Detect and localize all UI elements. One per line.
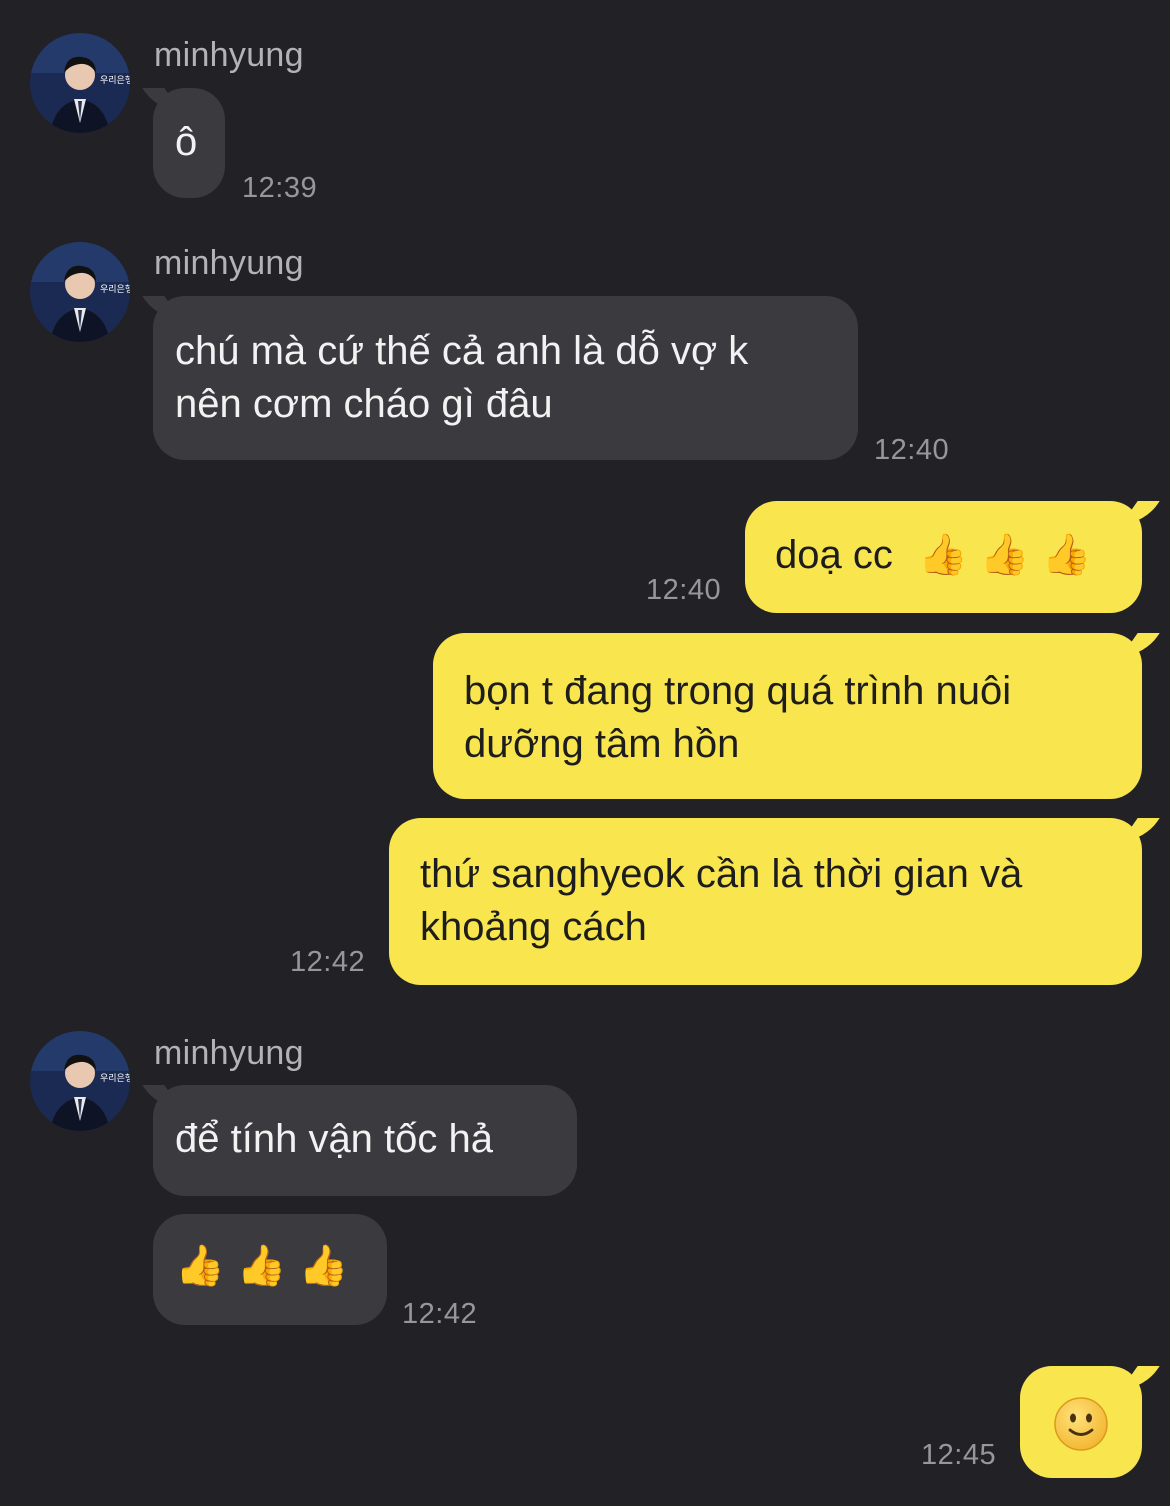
- avatar-badge-text: 우리은행: [100, 74, 130, 86]
- thumbs-up-icon: 👍: [298, 1243, 349, 1289]
- message-text-line: bọn t đang trong quá trình nuôi: [464, 669, 1012, 713]
- thumbs-up-icon: 👍: [236, 1243, 287, 1289]
- message-text: ô: [175, 120, 198, 164]
- avatar[interactable]: 우리은행: [30, 33, 130, 133]
- message-text-line: khoảng cách: [420, 905, 647, 949]
- message-timestamp: 12:39: [242, 172, 318, 204]
- message-bubble-incoming[interactable]: ô: [153, 88, 225, 198]
- message-timestamp: 12:40: [874, 434, 950, 466]
- avatar[interactable]: 우리은행: [30, 1031, 130, 1131]
- message-bubble-outgoing[interactable]: bọn t đang trong quá trình nuôi dưỡng tâ…: [433, 633, 1142, 799]
- message-timestamp: 12:45: [921, 1439, 997, 1471]
- message-text: doạ cc: [775, 533, 893, 577]
- message-bubble-outgoing[interactable]: doạ cc 👍 👍 👍: [745, 501, 1142, 613]
- message-text: để tính vận tốc hả: [175, 1117, 494, 1161]
- message-text-line: chú mà cứ thế cả anh là dỗ vợ k: [175, 329, 749, 373]
- thumbs-up-icon: 👍: [979, 532, 1030, 578]
- thumbs-up-icon: 👍: [1041, 532, 1092, 578]
- message-text-line: dưỡng tâm hồn: [464, 722, 740, 766]
- sender-name: minhyung: [154, 36, 304, 74]
- avatar[interactable]: 우리은행: [30, 242, 130, 342]
- message-bubble-incoming[interactable]: 👍 👍 👍: [153, 1214, 387, 1325]
- message-timestamp: 12:40: [646, 574, 722, 606]
- sender-name: minhyung: [154, 244, 304, 282]
- message-text-line: thứ sanghyeok cần là thời gian và: [420, 852, 1023, 896]
- message-text-line: nên cơm cháo gì đâu: [175, 382, 553, 426]
- avatar-badge-text: 우리은행: [100, 283, 130, 295]
- message-timestamp: 12:42: [290, 946, 366, 978]
- avatar-badge-text: 우리은행: [100, 1072, 130, 1084]
- message-bubble-incoming[interactable]: chú mà cứ thế cả anh là dỗ vợ k nên cơm …: [153, 296, 858, 460]
- slightly-smiling-face-icon: [1054, 1397, 1108, 1451]
- thumbs-up-icon: 👍: [917, 532, 968, 578]
- thumbs-up-icon: 👍: [175, 1243, 225, 1289]
- message-timestamp: 12:42: [402, 1298, 478, 1330]
- message-bubble-outgoing[interactable]: thứ sanghyeok cần là thời gian và khoảng…: [389, 818, 1142, 985]
- message-bubble-incoming[interactable]: để tính vận tốc hả: [153, 1085, 577, 1196]
- sender-name: minhyung: [154, 1034, 304, 1072]
